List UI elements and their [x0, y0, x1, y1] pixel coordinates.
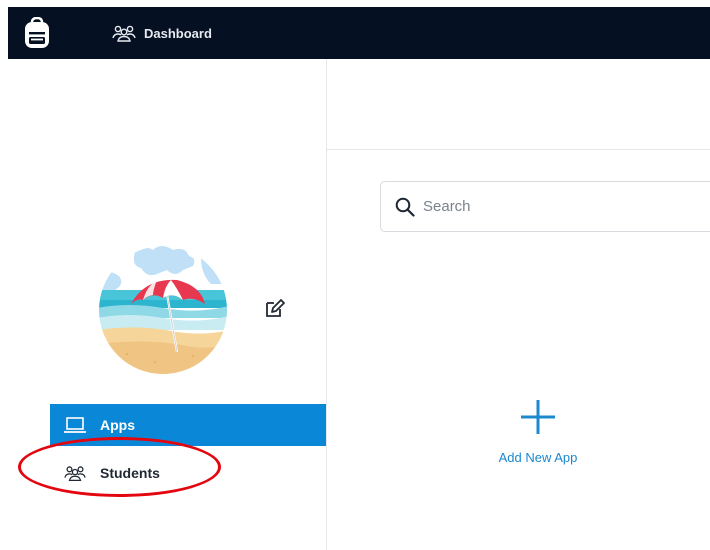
- search-box[interactable]: [380, 181, 710, 232]
- top-bar: Dashboard: [8, 7, 710, 59]
- backpack-icon[interactable]: [23, 17, 51, 49]
- add-new-app-button[interactable]: Add New App: [480, 398, 596, 472]
- beach-umbrella-avatar[interactable]: [97, 244, 229, 374]
- nav-dashboard-label: Dashboard: [144, 25, 212, 41]
- sidebar-divider: [326, 59, 327, 550]
- laptop-icon: [64, 417, 86, 433]
- add-new-app-label: Add New App: [498, 450, 578, 465]
- sidebar-item-apps[interactable]: Apps: [50, 404, 326, 446]
- edit-pencil-icon[interactable]: [264, 298, 286, 318]
- search-input[interactable]: [423, 198, 673, 215]
- plus-icon: [521, 400, 555, 434]
- page: Dashboard Apps Students Search Add New A…: [0, 0, 710, 550]
- sidebar-item-label: Apps: [100, 417, 135, 433]
- sidebar-item-label: Students: [100, 465, 160, 481]
- sidebar-item-students[interactable]: Students: [50, 452, 326, 494]
- main-header-divider: [327, 149, 710, 150]
- people-group-icon: [112, 25, 136, 42]
- search-icon: [395, 197, 415, 217]
- people-group-icon: [64, 466, 86, 481]
- nav-dashboard[interactable]: Dashboard: [112, 23, 212, 43]
